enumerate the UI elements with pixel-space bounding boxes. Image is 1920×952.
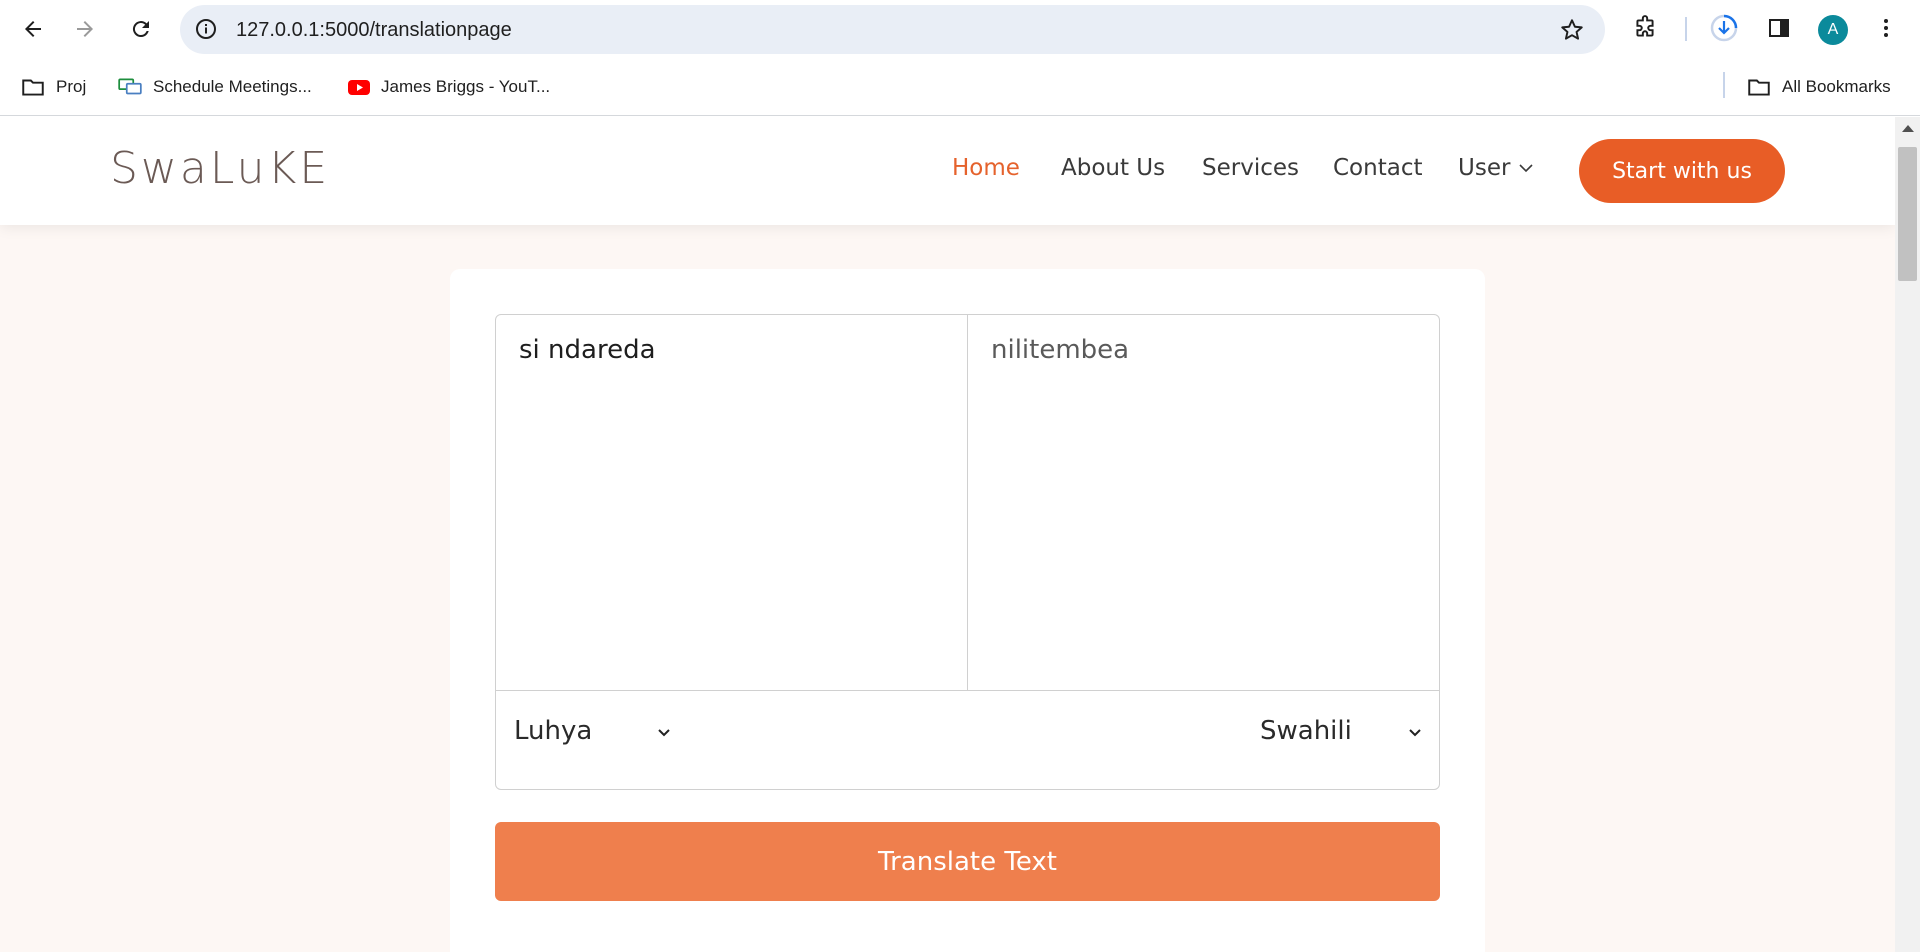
target-language-select[interactable]: Swahili [1260, 711, 1430, 751]
bookmark-star-icon[interactable] [1559, 17, 1585, 43]
download-icon[interactable] [1710, 14, 1738, 42]
meetings-icon [118, 78, 142, 95]
folder-icon [22, 79, 44, 96]
scroll-up-arrow-icon[interactable] [1902, 125, 1914, 132]
reload-button[interactable] [123, 11, 159, 47]
source-language-select[interactable]: Luhya [514, 711, 689, 751]
target-language-value: Swahili [1260, 716, 1352, 746]
bookmark-james-briggs[interactable]: James Briggs - YouT... [347, 74, 550, 100]
nav-services[interactable]: Services [1202, 155, 1299, 181]
translated-text-output[interactable]: nilitembea [968, 315, 1439, 690]
profile-avatar[interactable]: A [1818, 15, 1848, 45]
page-viewport: SwaLuKE Home About Us Services Contact U… [0, 117, 1895, 952]
bookmarks-divider [1723, 72, 1725, 98]
toolbar-divider [1685, 17, 1687, 41]
back-arrow-icon [25, 21, 41, 37]
site-header: SwaLuKE Home About Us Services Contact U… [0, 117, 1895, 225]
nav-contact[interactable]: Contact [1333, 155, 1422, 181]
reload-icon [132, 21, 149, 38]
bookmark-label: Schedule Meetings... [153, 77, 312, 96]
chevron-down-icon [1409, 729, 1421, 737]
nav-user-dropdown[interactable]: User [1458, 155, 1534, 181]
page-scrollbar[interactable] [1895, 117, 1920, 952]
scrollbar-thumb[interactable] [1898, 147, 1917, 281]
side-panel-icon[interactable] [1765, 14, 1793, 42]
avatar-letter: A [1827, 21, 1839, 38]
back-button[interactable] [15, 11, 51, 47]
bookmark-label: James Briggs - YouT... [381, 77, 551, 96]
source-text-input[interactable]: si ndareda [496, 315, 968, 690]
bookmark-schedule-meetings[interactable]: Schedule Meetings... [117, 74, 312, 100]
youtube-icon [348, 80, 370, 95]
chevron-down-icon [1519, 164, 1534, 173]
start-with-us-button[interactable]: Start with us [1579, 139, 1785, 203]
bookmark-label: Proj [56, 77, 87, 96]
folder-icon [1748, 79, 1770, 96]
site-info-icon[interactable] [194, 17, 218, 41]
bookmarks-bar: Proj Schedule Meetings... James Briggs -… [0, 58, 1920, 116]
chevron-down-icon [658, 729, 670, 737]
address-bar[interactable]: 127.0.0.1:5000/translationpage [180, 5, 1605, 54]
nav-about-us[interactable]: About Us [1061, 155, 1165, 181]
translation-panel: si ndareda nilitembea Luhya Swahili [495, 314, 1440, 790]
nav-user-label: User [1458, 155, 1511, 181]
language-selector-row: Luhya Swahili [496, 690, 1439, 789]
translate-text-button[interactable]: Translate Text [495, 822, 1440, 901]
forward-arrow-icon [77, 21, 93, 37]
bookmark-proj[interactable]: Proj [20, 74, 86, 100]
all-bookmarks-button[interactable]: All Bookmarks [1746, 74, 1891, 100]
menu-kebab-icon[interactable] [1872, 14, 1900, 42]
all-bookmarks-label: All Bookmarks [1782, 77, 1891, 96]
url-text[interactable]: 127.0.0.1:5000/translationpage [236, 19, 512, 42]
source-language-value: Luhya [514, 716, 593, 746]
translation-card: si ndareda nilitembea Luhya Swahili Tran… [450, 269, 1485, 952]
extensions-icon[interactable] [1631, 14, 1659, 42]
site-logo[interactable]: SwaLuKE [110, 143, 330, 194]
browser-toolbar: 127.0.0.1:5000/translationpage A [0, 0, 1920, 58]
forward-button[interactable] [67, 11, 103, 47]
nav-home[interactable]: Home [952, 155, 1020, 181]
